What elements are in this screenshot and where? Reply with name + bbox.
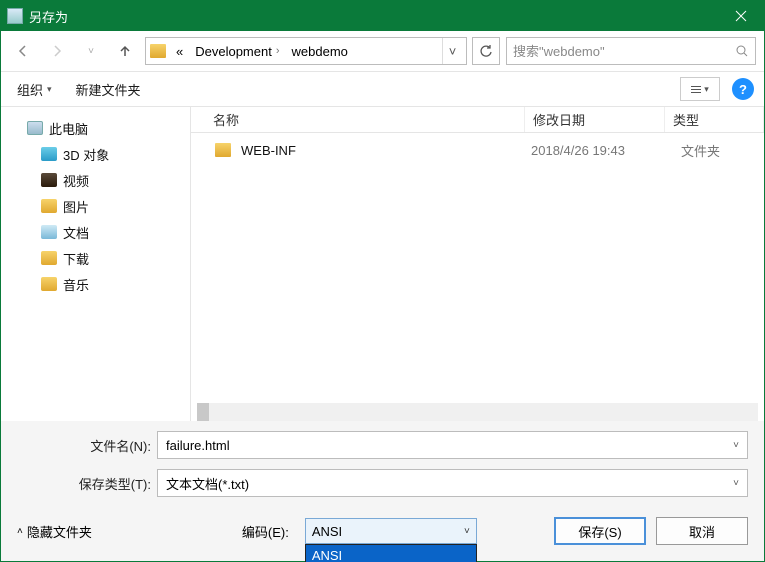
search-box[interactable]	[506, 37, 756, 65]
encoding-label: 编码(E):	[242, 522, 295, 541]
sidebar-item-music[interactable]: 音乐	[1, 271, 190, 297]
window-title: 另存为	[29, 7, 718, 26]
sidebar-item-downloads[interactable]: 下载	[1, 245, 190, 271]
file-type: 文件夹	[671, 141, 720, 160]
filename-input-wrapper[interactable]: ˅	[157, 431, 748, 459]
file-name: WEB-INF	[241, 143, 531, 158]
video-icon	[41, 173, 57, 187]
pictures-icon	[41, 199, 57, 213]
list-icon	[691, 86, 701, 93]
horizontal-scrollbar[interactable]	[197, 403, 758, 421]
arrow-up-icon	[118, 44, 132, 58]
titlebar: 另存为	[1, 1, 764, 31]
organize-button[interactable]: 组织▾	[11, 78, 58, 101]
column-headers: 名称 修改日期 类型	[191, 107, 764, 133]
toolbar: 组织▾ 新建文件夹 ▾ ?	[1, 71, 764, 107]
refresh-icon	[479, 44, 493, 58]
column-date[interactable]: 修改日期	[525, 107, 665, 132]
hide-folders-toggle[interactable]: ˄ 隐藏文件夹	[17, 522, 92, 541]
chevron-down-icon: ˅	[733, 478, 739, 489]
caret-up-icon: ˄	[17, 526, 23, 537]
sidebar: 此电脑 3D 对象 视频 图片 文档 下载 音乐	[1, 107, 191, 421]
save-button[interactable]: 保存(S)	[554, 517, 646, 545]
savetype-value: 文本文档(*.txt)	[166, 474, 249, 493]
save-as-dialog: 另存为 ˅ « Development› webdemo ˅	[0, 0, 765, 562]
sidebar-item-documents[interactable]: 文档	[1, 219, 190, 245]
sidebar-item-pictures[interactable]: 图片	[1, 193, 190, 219]
view-options-button[interactable]: ▾	[680, 77, 720, 101]
column-type[interactable]: 类型	[665, 107, 764, 132]
encoding-dropdown: ANSI Unicode Unicode big endian UTF-8	[305, 544, 477, 562]
breadcrumb-dropdown[interactable]: ˅	[442, 38, 462, 64]
cancel-button[interactable]: 取消	[656, 517, 748, 545]
close-icon	[735, 10, 747, 22]
file-pane: 名称 修改日期 类型 WEB-INF 2018/4/26 19:43 文件夹	[191, 107, 764, 421]
scrollbar-thumb[interactable]	[197, 403, 209, 421]
help-button[interactable]: ?	[732, 78, 754, 100]
refresh-button[interactable]	[472, 37, 500, 65]
file-row[interactable]: WEB-INF 2018/4/26 19:43 文件夹	[191, 137, 764, 163]
folder-icon	[215, 143, 231, 157]
sidebar-this-pc[interactable]: 此电脑	[1, 115, 190, 141]
encoding-select[interactable]: ANSI ˅ ANSI Unicode Unicode big endian U…	[305, 518, 477, 544]
file-date: 2018/4/26 19:43	[531, 143, 671, 158]
newfolder-button[interactable]: 新建文件夹	[70, 78, 147, 101]
arrow-right-icon	[50, 44, 64, 58]
column-name[interactable]: 名称	[205, 107, 525, 132]
breadcrumb[interactable]: « Development› webdemo ˅	[145, 37, 467, 65]
documents-icon	[41, 225, 57, 239]
breadcrumb-seg2[interactable]: webdemo	[286, 44, 354, 59]
search-input[interactable]	[513, 44, 735, 59]
filename-input[interactable]	[166, 438, 733, 453]
chevron-down-icon[interactable]: ˅	[733, 440, 739, 451]
music-icon	[41, 277, 57, 291]
filename-label: 文件名(N):	[17, 436, 157, 455]
breadcrumb-prefix: «	[170, 44, 189, 59]
back-button[interactable]	[9, 37, 37, 65]
app-icon	[7, 8, 23, 24]
encoding-option-ansi[interactable]: ANSI	[306, 545, 476, 562]
downloads-icon	[41, 251, 57, 265]
mid-section: 此电脑 3D 对象 视频 图片 文档 下载 音乐 名称 修改日期 类型 WEB-…	[1, 107, 764, 421]
sidebar-item-3d[interactable]: 3D 对象	[1, 141, 190, 167]
savetype-label: 保存类型(T):	[17, 474, 157, 493]
3d-icon	[41, 147, 57, 161]
breadcrumb-seg1[interactable]: Development›	[189, 44, 285, 59]
search-icon	[735, 44, 749, 58]
sidebar-item-video[interactable]: 视频	[1, 167, 190, 193]
up-button[interactable]	[111, 37, 139, 65]
forward-button[interactable]	[43, 37, 71, 65]
close-button[interactable]	[718, 1, 764, 31]
chevron-down-icon: ˅	[464, 526, 470, 537]
arrow-left-icon	[16, 44, 30, 58]
nav-row: ˅ « Development› webdemo ˅	[1, 31, 764, 71]
recent-button[interactable]: ˅	[77, 37, 105, 65]
bottom-panel: 文件名(N): ˅ 保存类型(T): 文本文档(*.txt) ˅ ˄ 隐藏文件夹…	[1, 421, 764, 561]
savetype-select[interactable]: 文本文档(*.txt) ˅	[157, 469, 748, 497]
encoding-selected: ANSI	[312, 524, 342, 539]
folder-icon	[150, 44, 166, 58]
pc-icon	[27, 121, 43, 135]
